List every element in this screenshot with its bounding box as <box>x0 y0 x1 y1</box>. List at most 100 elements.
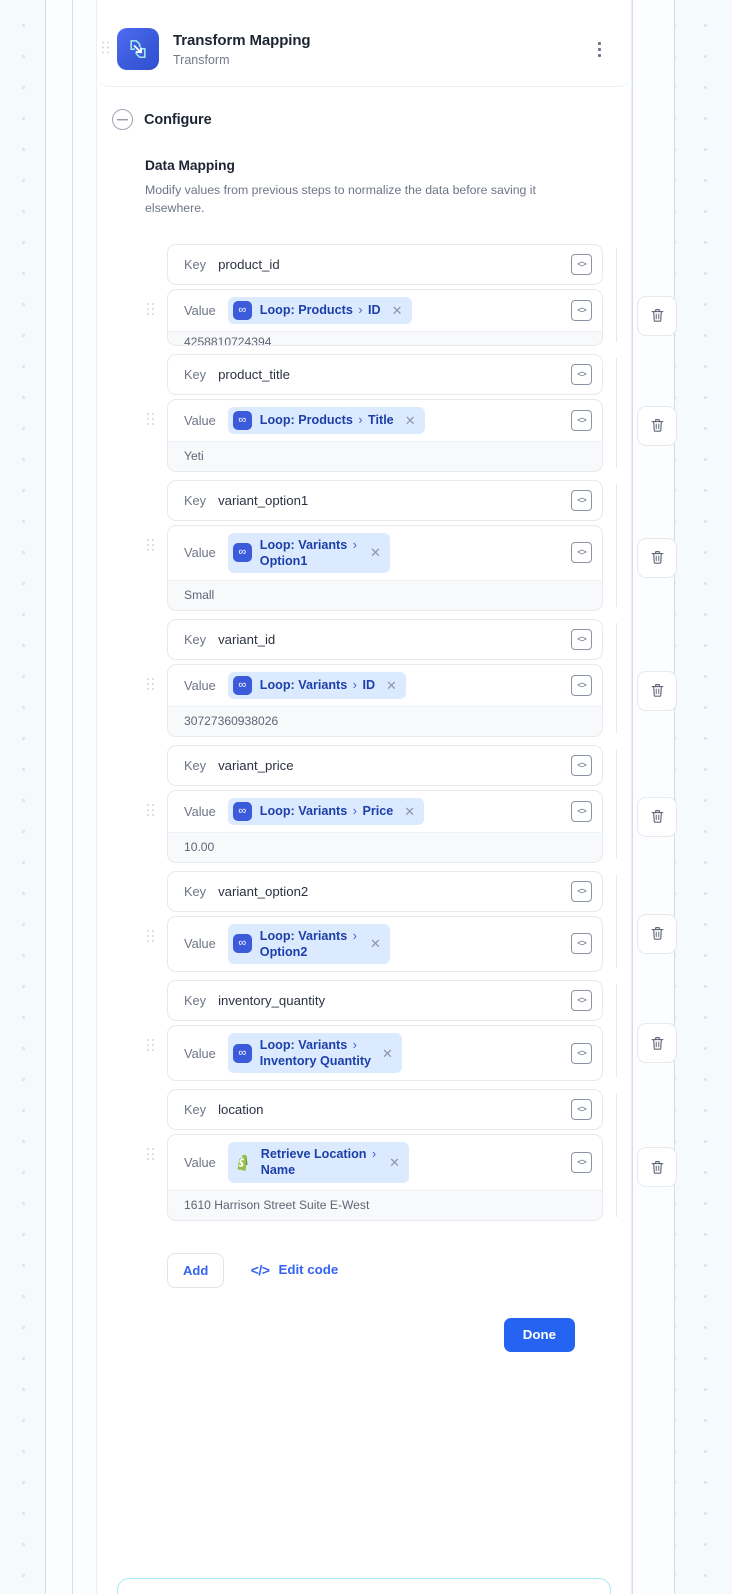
value-token-chip[interactable]: Retrieve Location › Name ✕ <box>227 1142 410 1183</box>
value-field[interactable]: Value ∞ Loop: Products › ID ✕ <> 425881072439… <box>167 288 603 346</box>
mapping-drag-handle-icon[interactable] <box>147 1148 155 1161</box>
loop-infinity-icon: ∞ <box>232 1043 252 1063</box>
mapping-drag-handle-icon[interactable] <box>147 677 155 691</box>
key-field[interactable]: Key variant_price <> <box>167 744 603 786</box>
value-token-chip[interactable]: ∞ Loop: Variants › Option2 ✕ <box>227 923 390 965</box>
value-field[interactable]: Value ∞ Loop: Variants › Option2 ✕ <> <box>167 915 603 973</box>
key-field[interactable]: Key variant_option1 <> <box>167 479 603 521</box>
drag-handle-icon[interactable] <box>102 41 110 55</box>
key-input-value[interactable]: variant_option2 <box>218 884 563 899</box>
delete-mapping-button[interactable] <box>637 1147 677 1188</box>
code-brackets-icon[interactable]: <> <box>571 542 592 564</box>
code-brackets-icon[interactable]: <> <box>571 674 592 696</box>
code-brackets-icon[interactable]: <> <box>571 363 592 385</box>
value-field[interactable]: Value ∞ Loop: Variants › Inventory Quantity… <box>167 1025 603 1082</box>
circle-minus-icon[interactable] <box>112 109 133 130</box>
code-brackets-icon[interactable]: <> <box>571 880 592 902</box>
close-icon[interactable]: ✕ <box>367 937 384 950</box>
code-brackets-icon[interactable]: <> <box>571 299 592 321</box>
key-input-value[interactable]: variant_option1 <box>218 493 563 508</box>
code-brackets-icon[interactable]: <> <box>571 800 592 822</box>
close-icon[interactable]: ✕ <box>402 414 419 427</box>
key-input-value[interactable]: inventory_quantity <box>218 993 563 1008</box>
delete-mapping-button[interactable] <box>637 796 677 837</box>
close-icon[interactable]: ✕ <box>386 1156 403 1169</box>
loop-infinity-icon: ∞ <box>232 675 252 695</box>
mapping-drag-handle-icon[interactable] <box>147 803 155 817</box>
edit-code-link[interactable]: </> Edit code <box>251 1262 339 1278</box>
code-brackets-icon[interactable]: <> <box>571 253 592 275</box>
key-field[interactable]: Key location <> <box>167 1089 603 1131</box>
value-token-chip[interactable]: ∞ Loop: Variants › Price ✕ <box>227 797 425 825</box>
key-field[interactable]: Key product_title <> <box>167 353 603 395</box>
guide-line-2 <box>72 0 73 1594</box>
edit-code-label: Edit code <box>278 1262 339 1278</box>
delete-mapping-button[interactable] <box>637 913 677 954</box>
value-field[interactable]: Value ∞ Loop: Variants › Price ✕ <> 10.00 <box>167 789 603 863</box>
close-icon[interactable]: ✕ <box>401 805 418 818</box>
code-brackets-icon[interactable]: <> <box>571 489 592 511</box>
mapping-pair-fields: Key inventory_quantity <> Value ∞ Loop: Varia… <box>147 980 617 1082</box>
chip-label: Loop: Variants › Option2 <box>259 928 357 959</box>
guide-line-1 <box>45 0 46 1594</box>
node-header-card[interactable]: Transform Mapping Transform <box>97 10 631 87</box>
key-field[interactable]: Key variant_id <> <box>167 618 603 660</box>
delete-mapping-button[interactable] <box>637 670 677 711</box>
key-field[interactable]: Key inventory_quantity <> <box>167 980 603 1022</box>
delete-mapping-button[interactable] <box>637 1023 677 1064</box>
code-brackets-icon[interactable]: <> <box>571 628 592 650</box>
value-preview: Yeti <box>168 440 602 471</box>
close-icon[interactable]: ✕ <box>379 1047 396 1060</box>
code-brackets-icon[interactable]: <> <box>571 933 592 955</box>
delete-mapping-button[interactable] <box>637 295 677 336</box>
delete-mapping-button[interactable] <box>637 405 677 446</box>
key-label: Key <box>184 256 207 272</box>
close-icon[interactable]: ✕ <box>389 304 406 317</box>
key-input-value[interactable]: location <box>218 1102 563 1117</box>
code-brackets-icon[interactable]: <> <box>571 754 592 776</box>
value-token-chip[interactable]: ∞ Loop: Variants › ID ✕ <box>227 671 406 699</box>
value-label: Value <box>184 412 216 428</box>
value-token-chip[interactable]: ∞ Loop: Variants › Option1 ✕ <box>227 532 390 573</box>
pair-divider <box>616 748 617 859</box>
mapping-drag-handle-icon[interactable] <box>147 538 155 552</box>
done-button[interactable]: Done <box>503 1317 575 1352</box>
value-field[interactable]: Value ∞ Loop: Variants › Option1 ✕ <> Small <box>167 524 603 611</box>
close-icon[interactable]: ✕ <box>383 679 400 692</box>
key-input-value[interactable]: product_id <box>218 257 563 272</box>
mapping-drag-handle-icon[interactable] <box>147 412 155 426</box>
value-token-chip[interactable]: ∞ Loop: Products › Title ✕ <box>227 406 425 434</box>
loop-infinity-icon: ∞ <box>232 934 252 954</box>
value-main-row: Value ∞ Loop: Products › Title ✕ <> <box>168 400 602 441</box>
value-token-chip[interactable]: ∞ Loop: Products › ID ✕ <box>227 296 412 324</box>
pair-divider <box>616 247 617 342</box>
loop-infinity-icon: ∞ <box>232 300 252 320</box>
mapping-drag-handle-icon[interactable] <box>147 1039 155 1052</box>
code-brackets-icon[interactable]: <> <box>571 1042 592 1064</box>
chip-label: Loop: Variants › ID <box>259 678 376 693</box>
next-step-card-peek[interactable] <box>117 1578 611 1594</box>
kebab-menu-icon[interactable] <box>587 36 611 62</box>
key-input-value[interactable]: variant_id <box>218 632 563 647</box>
delete-mapping-button[interactable] <box>637 537 677 578</box>
code-brackets-icon[interactable]: <> <box>571 1151 592 1173</box>
key-field[interactable]: Key variant_option2 <> <box>167 870 603 912</box>
key-input-value[interactable]: product_title <box>218 367 563 382</box>
code-brackets-icon[interactable]: <> <box>571 990 592 1012</box>
close-icon[interactable]: ✕ <box>367 546 384 559</box>
value-field[interactable]: Value ∞ Loop: Products › Title ✕ <> Yeti <box>167 398 603 472</box>
key-input-value[interactable]: variant_price <box>218 758 563 773</box>
mapping-drag-handle-icon[interactable] <box>147 302 155 316</box>
value-token-chip[interactable]: ∞ Loop: Variants › Inventory Quantity ✕ <box>227 1033 402 1074</box>
value-field[interactable]: Value ∞ Loop: Variants › ID ✕ <> 307273609380… <box>167 663 603 737</box>
code-brackets-icon[interactable]: <> <box>571 1099 592 1121</box>
code-brackets-icon[interactable]: <> <box>571 409 592 431</box>
mapping-pair: Key product_id <> Value ∞ Loop: Products › ID… <box>147 243 677 346</box>
key-field[interactable]: Key product_id <> <box>167 243 603 285</box>
value-field[interactable]: Value Retrieve Location › Name ✕ <> 1610 Harr… <box>167 1134 603 1221</box>
value-preview: 1610 Harrison Street Suite E-West <box>168 1189 602 1220</box>
add-button[interactable]: Add <box>167 1252 225 1288</box>
mapping-drag-handle-icon[interactable] <box>147 929 155 943</box>
configure-section-header[interactable]: Configure <box>97 87 631 130</box>
pair-divider <box>616 1093 617 1217</box>
